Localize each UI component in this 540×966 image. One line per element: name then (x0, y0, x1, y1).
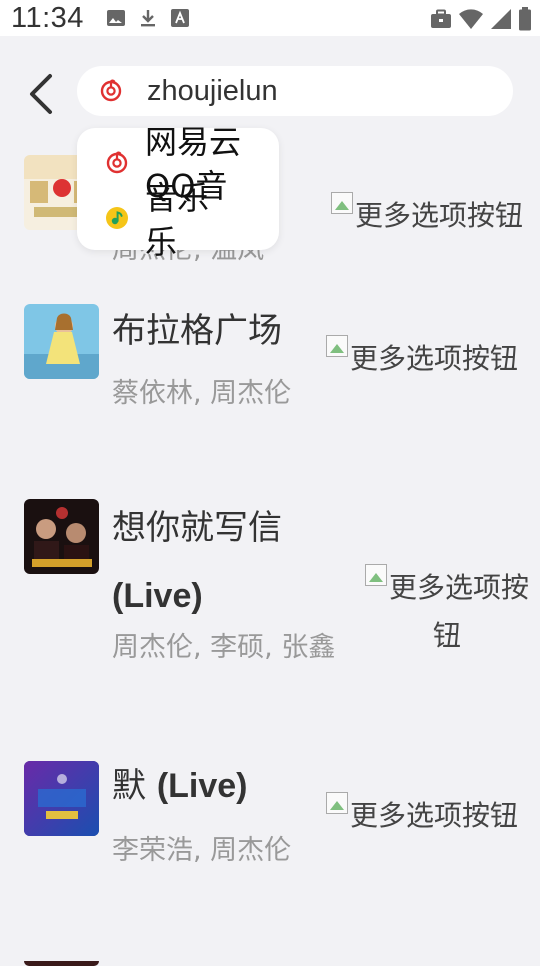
broken-image-icon (325, 792, 348, 814)
font-icon (171, 9, 189, 27)
search-input[interactable] (147, 70, 487, 112)
album-cover (24, 499, 99, 574)
more-options-button[interactable]: 更多选项按钮 (320, 192, 534, 240)
menu-item-qq[interactable]: QQ音乐 (145, 158, 255, 270)
broken-image-icon (325, 335, 348, 357)
back-arrow-icon (30, 74, 52, 114)
song-title: 想你就写信 (Live) (112, 508, 282, 615)
status-bar: 11:34 (0, 0, 540, 36)
briefcase-icon (431, 9, 451, 28)
battery-icon (519, 7, 531, 31)
netease-music-icon[interactable] (99, 78, 123, 102)
song-title: 布拉格广场 (112, 311, 282, 351)
qq-music-icon[interactable] (105, 206, 129, 230)
album-cover (24, 304, 99, 379)
gallery-icon (107, 10, 125, 26)
netease-music-icon[interactable] (105, 150, 129, 174)
download-icon (141, 10, 155, 27)
search-box[interactable] (77, 66, 513, 116)
wifi-icon (459, 9, 483, 29)
song-title: 默 (Live) (112, 766, 248, 806)
more-options-button[interactable]: 更多选项按钮 (322, 335, 522, 383)
song-artist: 蔡依林, 周杰伦 (112, 378, 292, 409)
signal-icon (491, 9, 511, 29)
album-cover (24, 761, 99, 836)
song-artist: 李荣浩, 周杰伦 (112, 835, 292, 866)
broken-image-icon (364, 564, 387, 586)
broken-image-icon (330, 192, 353, 214)
album-cover (24, 956, 99, 966)
status-time: 11:34 (11, 2, 84, 34)
back-button[interactable] (22, 72, 62, 116)
music-source-menu: 网易云音乐 QQ音乐 (77, 123, 279, 261)
more-options-button[interactable]: 更多选项按钮 (364, 564, 530, 660)
more-options-button[interactable]: 更多选项按钮 (322, 792, 522, 840)
song-artist: 周杰伦, 李硕, 张鑫 (112, 632, 336, 663)
